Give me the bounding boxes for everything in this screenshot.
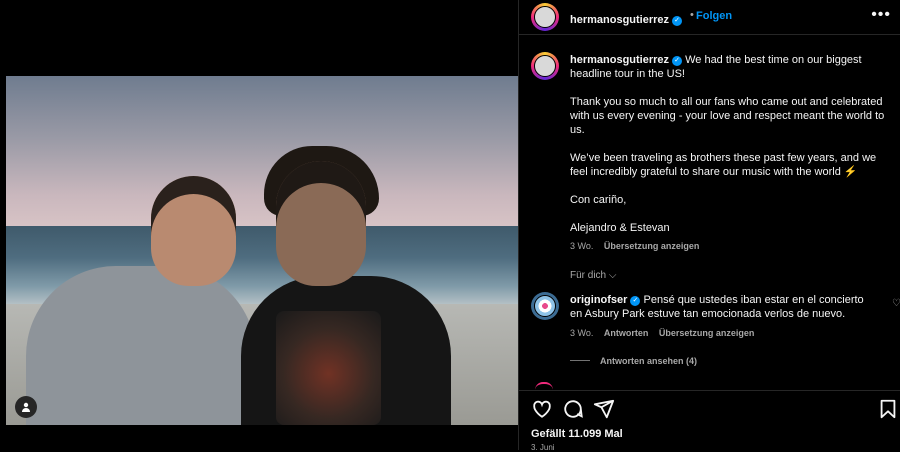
- caption-translate-button[interactable]: Übersetzung anzeigen: [604, 241, 700, 251]
- caption-paragraph: Thank you so much to all our fans who ca…: [570, 96, 885, 136]
- for-you-filter[interactable]: Für dich ⌵: [570, 270, 617, 281]
- author-avatar[interactable]: [531, 3, 559, 31]
- separator-dot: •: [690, 9, 694, 21]
- share-icon[interactable]: [593, 398, 615, 420]
- verified-badge-icon: ✓: [672, 16, 683, 26]
- photo-shirt-print: [276, 311, 381, 425]
- caption-paragraph: Con cariño,: [570, 194, 627, 206]
- post-actions-bar: [519, 390, 900, 425]
- post-photo[interactable]: [6, 76, 518, 425]
- caption-meta: 3 Wo. Übersetzung anzeigen: [570, 239, 890, 253]
- caption-author-avatar[interactable]: [531, 52, 559, 80]
- commenter-username[interactable]: originofser: [570, 294, 627, 306]
- view-replies-label: Antworten ansehen (4): [600, 356, 698, 366]
- caption-paragraph: hermanosgutierrez ✓ We had the best time …: [570, 53, 890, 81]
- post-media-area: [0, 0, 518, 450]
- bookmark-icon[interactable]: [877, 398, 899, 420]
- for-you-label: Für dich: [570, 270, 607, 281]
- caption-timestamp[interactable]: 3 Wo.: [570, 241, 593, 251]
- comment-timestamp[interactable]: 3 Wo.: [570, 328, 593, 338]
- comment-like-heart-icon[interactable]: ♡: [892, 298, 900, 309]
- more-horizontal-icon[interactable]: •••: [871, 6, 891, 24]
- heart-icon[interactable]: [531, 398, 553, 420]
- replies-divider-line: [570, 360, 590, 361]
- chevron-down-icon: ⌵: [608, 270, 617, 281]
- next-comment-avatar-peek: [535, 382, 553, 390]
- comment-reply-button[interactable]: Antworten: [604, 328, 649, 338]
- post-header: hermanosgutierrez ✓ • Folgen •••: [519, 0, 900, 35]
- post-side-panel: hermanosgutierrez ✓ • Folgen ••• hermanos…: [518, 0, 900, 452]
- author-username-header[interactable]: hermanosgutierrez ✓: [570, 10, 683, 28]
- caption-username[interactable]: hermanosgutierrez: [570, 54, 669, 66]
- caption-paragraph: Alejandro & Estevan: [570, 222, 670, 234]
- comment-meta: 3 Wo. Antworten Übersetzung anzeigen: [570, 326, 875, 340]
- verified-badge-icon: ✓: [672, 56, 683, 66]
- photo-person-left: [26, 266, 256, 425]
- caption-text: hermanosgutierrez ✓ We had the best time …: [570, 53, 890, 253]
- user-tag-icon[interactable]: [15, 396, 37, 418]
- verified-badge-icon: ✓: [630, 296, 641, 306]
- post-date[interactable]: 3. Juni: [531, 443, 555, 452]
- comment-body: originofser ✓ Pensé que ustedes iban esta…: [570, 293, 875, 340]
- likes-count[interactable]: Gefällt 11.099 Mal: [531, 428, 623, 440]
- caption-paragraph: We’ve been traveling as brothers these p…: [570, 152, 877, 178]
- comment-icon[interactable]: [562, 398, 584, 420]
- photo-person-left-head: [151, 176, 236, 286]
- photo-person-right-head: [276, 161, 366, 286]
- comment-translate-button[interactable]: Übersetzung anzeigen: [659, 328, 755, 338]
- view-replies-button[interactable]: Antworten ansehen (4): [570, 356, 697, 366]
- author-username[interactable]: hermanosgutierrez: [570, 14, 669, 26]
- follow-button[interactable]: Folgen: [696, 10, 732, 22]
- commenter-avatar[interactable]: [531, 292, 559, 320]
